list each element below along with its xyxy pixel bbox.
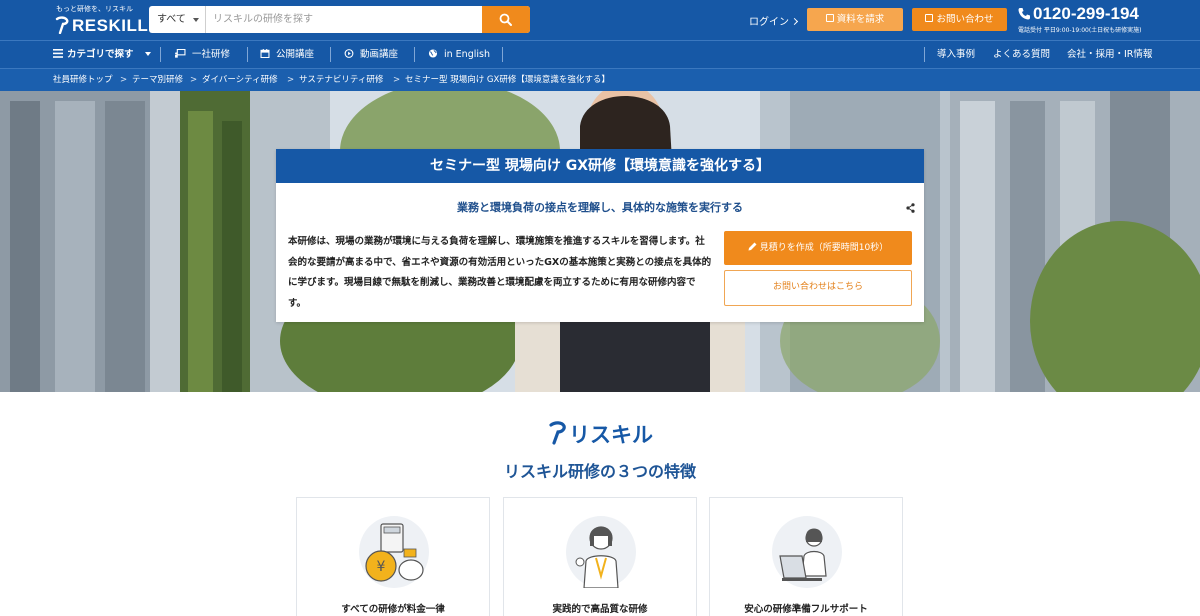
calendar-icon	[260, 49, 270, 58]
main-nav: カテゴリで探す 一社研修 公開講座 動画講座 in English 導入事例 よ…	[0, 40, 1200, 68]
nav-item-label: 公開講座	[276, 49, 315, 60]
brand-name: リスキル	[569, 423, 653, 447]
contact-label: お問い合わせ	[936, 14, 994, 25]
hamburger-icon	[53, 49, 63, 58]
feature-card-flat-price[interactable]: ¥ すべての研修が料金一律	[296, 497, 490, 616]
nav-item-video[interactable]: 動画講座	[344, 41, 398, 68]
contact-here-button[interactable]: お問い合わせはこちら	[724, 270, 912, 306]
presentation-icon	[175, 49, 186, 58]
logo-tagline: もっと研修を、リスキル	[56, 5, 133, 13]
nav-item-in-house[interactable]: 一社研修	[174, 41, 230, 68]
breadcrumb-separator: >	[190, 75, 198, 85]
nav-divider	[924, 47, 925, 62]
calculator-coin-pig-icon: ¥	[365, 523, 424, 582]
globe-icon	[428, 49, 438, 58]
course-title: セミナー型 現場向け GX研修【環境意識を強化する】	[276, 149, 924, 183]
breadcrumb-item-sustainability[interactable]: サステナビリティ研修	[299, 69, 383, 91]
hero-banner: セミナー型 現場向け GX研修【環境意識を強化する】 業務と環境負荷の接点を理解…	[0, 91, 1200, 392]
mail-icon	[925, 14, 934, 22]
course-description: 本研修は、現場の業務が環境に与える負荷を理解し、環境施策を推進するスキルを習得し…	[288, 236, 712, 309]
search-input[interactable]	[207, 6, 481, 33]
search-category-label: すべて	[157, 14, 186, 25]
reskill-brand-logo: リスキル	[547, 419, 657, 449]
feature-illustration	[566, 516, 636, 589]
logo-mark-icon	[55, 16, 69, 34]
search-category-select[interactable]: すべて	[149, 6, 206, 33]
logo-mark-icon	[549, 421, 566, 445]
category-menu[interactable]: カテゴリで探す	[53, 41, 151, 68]
features-section-title: リスキル研修の３つの特徴	[503, 462, 696, 481]
phone-icon	[1018, 8, 1030, 20]
feature-illustration	[772, 516, 842, 588]
breadcrumb-separator: >	[120, 75, 128, 85]
nav-divider	[160, 47, 161, 62]
course-summary-card: セミナー型 現場向け GX研修【環境意識を強化する】 業務と環境負荷の接点を理解…	[276, 149, 924, 322]
breadcrumb: 社員研修トップ > テーマ別研修 > ダイバーシティ研修 > サステナビリティ研…	[0, 68, 1200, 91]
nav-divider	[247, 47, 248, 62]
reskill-logo[interactable]: もっと研修を、リスキル RESKILL	[52, 4, 148, 36]
chevron-right-icon	[790, 17, 799, 26]
feature-label: 実践的で高品質な研修	[552, 604, 648, 615]
create-quote-label: 見積りを作成（所要時間10秒）	[759, 243, 889, 253]
nav-item-cases[interactable]: 導入事例	[937, 41, 975, 68]
breadcrumb-item-top[interactable]: 社員研修トップ	[53, 69, 113, 91]
top-header: もっと研修を、リスキル RESKILL すべて ログイン 資料を請求 お問い合わ…	[0, 0, 1200, 40]
phone-block: 0120-299-194 電話受付 平日9:00-19:00(土日祝も研修実施)	[1018, 4, 1168, 36]
category-menu-label: カテゴリで探す	[67, 49, 134, 60]
nav-item-public[interactable]: 公開講座	[260, 41, 314, 68]
breadcrumb-separator: >	[287, 75, 295, 85]
nav-item-company[interactable]: 会社・採用・IR情報	[1067, 41, 1152, 68]
feature-label: すべての研修が料金一律	[341, 604, 445, 615]
pencil-icon	[748, 242, 757, 251]
nav-item-label: 動画講座	[360, 49, 399, 60]
caret-down-icon	[144, 52, 151, 56]
breadcrumb-separator: >	[393, 75, 401, 85]
phone-number-text: 0120-299-194	[1033, 4, 1139, 23]
nav-divider	[502, 47, 503, 62]
feature-label: 安心の研修準備フルサポート	[744, 604, 868, 615]
nav-item-faq[interactable]: よくある質問	[993, 41, 1050, 68]
nav-item-label: in English	[444, 49, 490, 60]
create-quote-button[interactable]: 見積りを作成（所要時間10秒）	[724, 231, 912, 265]
nav-item-english[interactable]: in English	[428, 41, 490, 68]
breadcrumb-item-current: セミナー型 現場向け GX研修【環境意識を強化する】	[405, 75, 610, 85]
phone-number[interactable]: 0120-299-194	[1018, 4, 1139, 24]
feature-card-quality[interactable]: 実践的で高品質な研修	[503, 497, 697, 616]
svg-text:¥: ¥	[377, 559, 386, 575]
search-icon	[499, 13, 512, 26]
logo-text: RESKILL	[72, 16, 149, 35]
support-laptop-icon	[779, 528, 827, 581]
breadcrumb-item-diversity[interactable]: ダイバーシティ研修	[202, 69, 278, 91]
login-label: ログイン	[749, 17, 789, 28]
feature-card-support[interactable]: 安心の研修準備フルサポート	[709, 497, 903, 616]
contact-button[interactable]: お問い合わせ	[912, 8, 1007, 31]
login-link[interactable]: ログイン	[749, 13, 799, 28]
share-icon[interactable]	[906, 203, 915, 213]
nav-item-label: 一社研修	[192, 49, 231, 60]
feature-illustration: ¥	[359, 516, 429, 588]
document-icon	[825, 14, 834, 22]
search-button[interactable]	[482, 6, 530, 33]
nav-divider	[330, 47, 331, 62]
instructor-ok-icon	[575, 526, 619, 589]
nav-divider	[414, 47, 415, 62]
play-circle-icon	[344, 49, 354, 58]
search-bar: すべて	[149, 6, 530, 33]
caret-down-icon	[193, 18, 199, 22]
course-subtitle: 業務と環境負荷の接点を理解し、具体的な施策を実行する	[457, 201, 743, 214]
request-docs-label: 資料を請求	[836, 14, 885, 25]
phone-hours: 電話受付 平日9:00-19:00(土日祝も研修実施)	[1018, 27, 1142, 34]
request-docs-button[interactable]: 資料を請求	[807, 8, 903, 31]
breadcrumb-item-theme[interactable]: テーマ別研修	[132, 69, 183, 91]
